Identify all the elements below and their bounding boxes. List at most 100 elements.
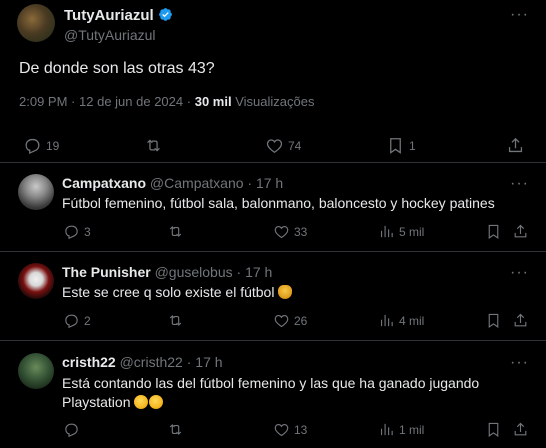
reply-header: Campatxano @Campatxano · 17 h	[62, 175, 283, 191]
reply-tweet[interactable]: cristh22 @cristh22 · 17 h ··· Está conta…	[0, 341, 546, 448]
share-icon	[508, 137, 523, 153]
views-count: 1 mil	[399, 422, 425, 437]
reply-header: The Punisher @guselobus · 17 h	[62, 264, 272, 280]
reply-author-handle[interactable]: @cristh22	[120, 354, 183, 370]
reply-actions: 13 1 mil	[0, 421, 546, 443]
views-label: Visualizações	[235, 94, 315, 109]
meta-separator: ·	[186, 94, 192, 109]
reply-button[interactable]: 3	[63, 223, 91, 240]
reply-icon	[25, 138, 40, 155]
verified-badge-icon	[158, 8, 172, 21]
bookmark-icon	[390, 138, 401, 154]
reply-count: 3	[84, 224, 91, 239]
like-button[interactable]: 26	[273, 312, 307, 329]
bookmark-button[interactable]	[485, 223, 502, 240]
reply-author-name[interactable]: cristh22	[62, 354, 116, 370]
reply-avatar[interactable]	[18, 353, 54, 389]
views-chart-icon	[380, 314, 393, 327]
reply-author-name[interactable]: Campatxano	[62, 175, 146, 191]
reply-actions: 2 26 4 mil	[0, 312, 546, 334]
views-count: 5 mil	[399, 224, 425, 239]
bookmark-icon	[488, 422, 499, 437]
like-count: 33	[294, 224, 308, 239]
views-chart-icon	[380, 225, 393, 238]
tweet-time[interactable]: 2:09 PM	[19, 94, 67, 109]
reply-tweet[interactable]: Campatxano @Campatxano · 17 h ··· Fútbol…	[0, 163, 546, 252]
share-button[interactable]	[512, 421, 529, 438]
author-handle[interactable]: @TutyAuriazul	[64, 27, 156, 43]
heart-icon	[266, 139, 283, 153]
reply-icon	[65, 225, 78, 240]
retweet-button[interactable]	[167, 312, 184, 329]
facepalm-emoji-icon	[278, 285, 293, 299]
reply-author-handle[interactable]: @guselobus	[155, 264, 233, 280]
bookmark-icon	[488, 224, 499, 239]
bookmark-button[interactable]	[485, 312, 502, 329]
heart-icon	[274, 314, 289, 328]
reply-avatar[interactable]	[18, 174, 54, 210]
retweet-button[interactable]	[167, 223, 184, 240]
retweet-button[interactable]	[144, 136, 163, 155]
like-button[interactable]: 33	[273, 223, 307, 240]
bookmark-icon	[488, 313, 499, 328]
reply-actions: 3 33 5 mil	[0, 223, 546, 245]
share-button[interactable]	[512, 312, 529, 329]
share-icon	[514, 422, 527, 436]
like-count: 74	[288, 138, 302, 153]
reply-icon	[65, 314, 78, 329]
views-button[interactable]: 1 mil	[378, 421, 424, 438]
reply-button[interactable]: 2	[63, 312, 91, 329]
retweet-icon	[169, 315, 182, 326]
more-options-icon[interactable]: ···	[510, 7, 528, 28]
views-button[interactable]: 4 mil	[378, 312, 424, 329]
tweet-date[interactable]: 12 de jun de 2024	[79, 94, 183, 109]
reply-text: Este se cree q solo existe el fútbol	[62, 284, 275, 300]
more-options-icon[interactable]: ···	[510, 355, 528, 376]
meta-separator: ·	[236, 264, 242, 280]
retweet-button[interactable]	[167, 421, 184, 438]
reply-time[interactable]: 17 h	[245, 264, 272, 280]
reply-time[interactable]: 17 h	[195, 354, 222, 370]
reply-button[interactable]: 19	[23, 136, 59, 155]
views-chart-icon	[380, 423, 393, 436]
reply-text: Está contando las del fútbol femenino y …	[62, 375, 480, 410]
retweet-icon	[147, 139, 160, 152]
rofl-emoji-icon	[149, 395, 164, 409]
rofl-emoji-icon	[134, 395, 149, 409]
reply-avatar[interactable]	[18, 263, 54, 299]
tweet-meta: 2:09 PM · 12 de jun de 2024 · 30 mil Vis…	[19, 94, 314, 109]
reply-header: cristh22 @cristh22 · 17 h	[62, 354, 223, 370]
author-name[interactable]: TutyAuriazul	[64, 7, 154, 24]
bookmark-button[interactable]	[485, 421, 502, 438]
like-button[interactable]: 13	[273, 421, 307, 438]
reply-text-container: Este se cree q solo existe el fútbol	[62, 283, 532, 302]
reply-count: 2	[84, 313, 91, 328]
heart-icon	[274, 225, 289, 239]
reply-author-name[interactable]: The Punisher	[62, 264, 151, 280]
like-button[interactable]: 74	[265, 136, 301, 155]
reply-tweet[interactable]: The Punisher @guselobus · 17 h ··· Este …	[0, 252, 546, 341]
author-avatar[interactable]	[17, 4, 55, 42]
reply-count: 19	[46, 138, 60, 153]
reply-author-handle[interactable]: @Campatxano	[150, 175, 244, 191]
reply-time[interactable]: 17 h	[256, 175, 283, 191]
share-button[interactable]	[512, 223, 529, 240]
reply-button[interactable]	[63, 421, 84, 438]
tweet-actions: 19 74 1	[0, 136, 546, 158]
like-count: 13	[294, 422, 308, 437]
share-button[interactable]	[506, 136, 525, 155]
meta-separator: ·	[247, 175, 253, 191]
main-tweet: TutyAuriazul @TutyAuriazul ··· De donde …	[0, 0, 546, 163]
reply-icon	[65, 423, 78, 438]
tweet-text: De donde son las otras 43?	[19, 60, 215, 77]
share-icon	[514, 224, 527, 238]
heart-icon	[274, 423, 289, 437]
reply-text-container: Está contando las del fútbol femenino y …	[62, 374, 502, 412]
views-button[interactable]: 5 mil	[378, 223, 424, 240]
retweet-icon	[169, 424, 182, 435]
bookmark-count: 1	[409, 138, 416, 153]
bookmark-button[interactable]: 1	[386, 136, 416, 155]
views-count: 4 mil	[399, 313, 425, 328]
like-count: 26	[294, 313, 308, 328]
share-icon	[514, 313, 527, 327]
